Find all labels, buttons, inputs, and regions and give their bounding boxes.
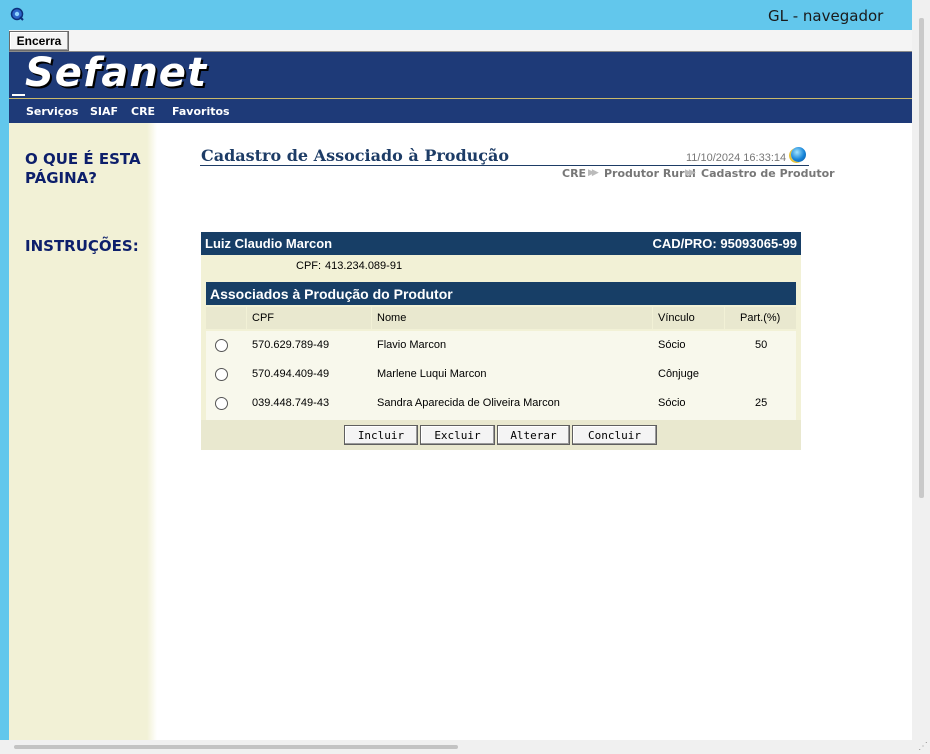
header-divider: [9, 98, 912, 99]
cell-vinculo: Sócio: [658, 397, 686, 409]
globe-icon[interactable]: [791, 147, 806, 162]
what-is-line-1: O QUE É ESTA: [25, 150, 141, 168]
menu-item-cre[interactable]: CRE: [131, 105, 155, 118]
cell-cpf: 570.629.789-49: [252, 339, 330, 351]
incluir-button[interactable]: Incluir: [344, 425, 418, 445]
chevron-right-icon: ▶▶: [685, 167, 696, 177]
resize-grip-icon[interactable]: ⋰: [914, 740, 928, 754]
table-row: 570.494.409-49 Marlene Luqui Marcon Cônj…: [206, 360, 796, 389]
toolbar: Encerra: [9, 30, 912, 52]
table-row: 570.629.789-49 Flavio Marcon Sócio 50: [206, 331, 796, 360]
row-select-radio[interactable]: [215, 339, 228, 352]
timestamp: 11/10/2024 16:33:14: [686, 152, 787, 164]
column-header-cpf: CPF: [247, 307, 371, 329]
breadcrumb-cre[interactable]: CRE: [562, 167, 586, 180]
table-body: 570.629.789-49 Flavio Marcon Sócio 50 57…: [206, 331, 796, 421]
horizontal-scrollbar[interactable]: [14, 745, 458, 749]
table-header: CPF Nome Vínculo Part.(%): [206, 307, 796, 329]
menu-item-favoritos[interactable]: Favoritos: [172, 105, 230, 118]
column-header-part: Part.(%): [725, 307, 796, 329]
what-is-line-2: PÁGINA?: [25, 169, 97, 187]
logo-underline: [12, 94, 25, 96]
associates-header: Associados à Produção do Produtor: [206, 282, 796, 305]
cell-nome: Marlene Luqui Marcon: [377, 368, 487, 380]
breadcrumb-cadastro-de-produtor: Cadastro de Produtor: [701, 167, 835, 180]
associates-title: Associados à Produção do Produtor: [210, 286, 453, 302]
header-select: [206, 307, 246, 329]
logo[interactable]: Sefanet: [9, 50, 206, 98]
cadpro-number: CAD/PRO: 95093065-99: [652, 236, 797, 251]
help-panel-edge: [147, 123, 157, 740]
cpf-label: CPF:: [296, 260, 322, 272]
cell-nome: Flavio Marcon: [377, 339, 447, 351]
cell-part: 25: [755, 397, 768, 409]
associates-panel: Associados à Produção do Produtor CPF No…: [201, 277, 801, 450]
breadcrumb-produtor-rural[interactable]: Produtor Rural: [604, 167, 696, 180]
table-row: 039.448.749-43 Sandra Aparecida de Olive…: [206, 389, 796, 418]
cell-nome: Sandra Aparecida de Oliveira Marcon: [377, 397, 560, 409]
what-is-this-page-link[interactable]: O QUE É ESTA PÁGINA?: [25, 150, 141, 188]
cell-vinculo: Sócio: [658, 339, 686, 351]
cell-vinculo: Cônjuge: [658, 368, 699, 380]
page-title: Cadastro de Associado à Produção: [201, 146, 510, 165]
producer-header: Luiz Claudio Marcon CAD/PRO: 95093065-99: [201, 232, 801, 255]
vertical-scrollbar[interactable]: [919, 18, 924, 498]
producer-name: Luiz Claudio Marcon: [205, 236, 333, 251]
menu-item-servicos[interactable]: Serviços: [26, 105, 78, 118]
excluir-button[interactable]: Excluir: [420, 425, 495, 445]
encerra-button[interactable]: Encerra: [9, 31, 69, 51]
window-title-bar: GL - navegador: [0, 0, 912, 30]
cell-part: 50: [755, 339, 768, 351]
window-left-border: [0, 30, 9, 740]
browser-app-icon: [10, 7, 24, 21]
page-title-underline: [200, 165, 809, 166]
alterar-button[interactable]: Alterar: [497, 425, 570, 445]
cell-cpf: 570.494.409-49: [252, 368, 330, 380]
chevron-right-icon: ▶▶: [588, 167, 599, 177]
action-bar: Incluir Excluir Alterar Concluir: [201, 420, 801, 450]
logo-text: Sefanet: [25, 50, 208, 96]
instructions-link[interactable]: INSTRUÇÕES:: [25, 237, 139, 256]
cpf-value: 413.234.089-91: [325, 260, 403, 272]
help-panel: O QUE É ESTA PÁGINA? INSTRUÇÕES:: [9, 123, 155, 740]
cell-cpf: 039.448.749-43: [252, 397, 330, 409]
column-header-vinculo: Vínculo: [653, 307, 724, 329]
row-select-radio[interactable]: [215, 368, 228, 381]
row-select-radio[interactable]: [215, 397, 228, 410]
site-header: Sefanet Serviços SIAF CRE Favoritos: [9, 50, 912, 123]
column-header-nome: Nome: [372, 307, 652, 329]
concluir-button[interactable]: Concluir: [572, 425, 657, 445]
producer-cpf-row: CPF: 413.234.089-91: [201, 255, 801, 277]
window-title: GL - navegador: [768, 7, 884, 25]
menu-item-siaf[interactable]: SIAF: [90, 105, 118, 118]
